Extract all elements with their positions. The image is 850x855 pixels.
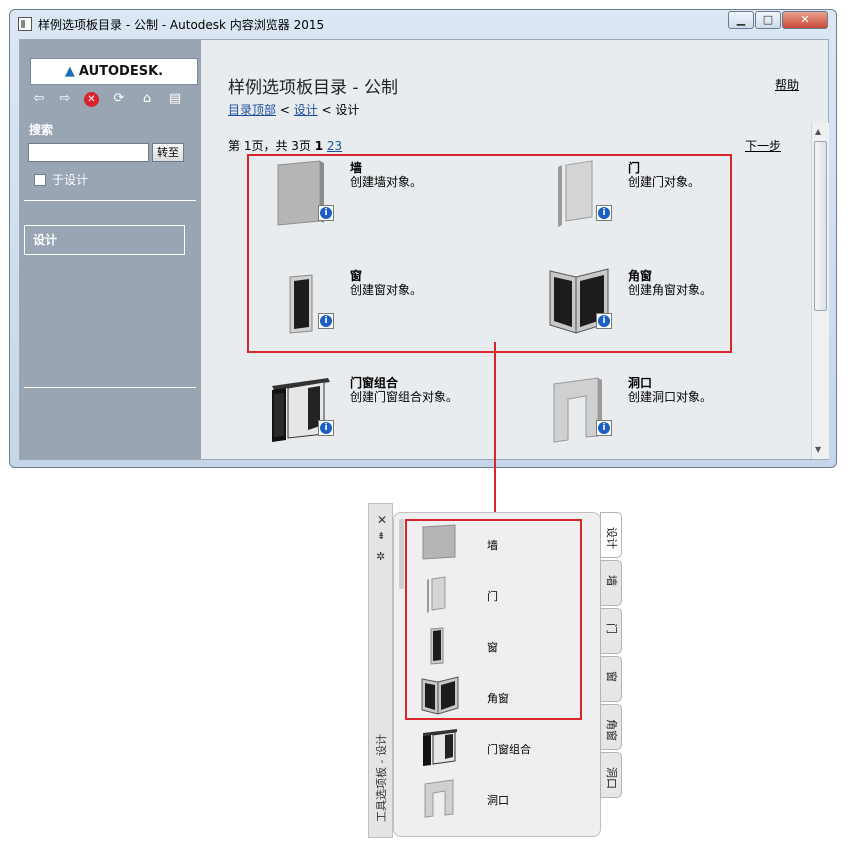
breadcrumb-design-link[interactable]: 设计: [294, 103, 318, 117]
palette-tab-corner-window[interactable]: 角窗: [600, 704, 622, 750]
sidebar: ▲ AUTODESK. ⇦ ⇨ ✕ ⟳ ⌂ ▤ 搜索 转至 于设计 设计: [20, 40, 201, 459]
vertical-scrollbar[interactable]: ▲ ▼: [811, 123, 829, 459]
page-3-link[interactable]: 3: [335, 139, 343, 153]
breadcrumb-current: 设计: [335, 103, 360, 117]
print-icon[interactable]: ▤: [166, 90, 184, 108]
close-button[interactable]: ✕: [782, 11, 828, 29]
palette-tab-door[interactable]: 门: [600, 608, 622, 654]
tab-label: 窗: [605, 671, 618, 682]
sidebar-divider: [24, 387, 196, 388]
pager: 第 1页，共 3页 1 23: [228, 137, 342, 154]
refresh-icon[interactable]: ⟳: [110, 90, 128, 108]
connector-line: [494, 342, 496, 519]
catalog-tile-opening[interactable]: i 洞口 创建洞口对象。: [546, 374, 796, 464]
scroll-thumb[interactable]: [814, 141, 827, 311]
nav-toolbar: ⇦ ⇨ ✕ ⟳ ⌂ ▤: [30, 90, 198, 112]
breadcrumb-root-link[interactable]: 目录顶部: [228, 103, 276, 117]
app-icon: [18, 17, 32, 31]
palette-close-icon[interactable]: ✕: [377, 513, 387, 527]
page-title: 样例选项板目录 - 公制: [228, 78, 398, 98]
opening-tool-icon: [424, 779, 454, 818]
palette-tab-wall[interactable]: 墙: [600, 560, 622, 606]
content-browser-window: 样例选项板目录 - 公制 - Autodesk 内容浏览器 2015 ▁ □ ✕…: [9, 9, 837, 468]
sidebar-divider: [24, 200, 196, 201]
search-scope-label: 于设计: [52, 173, 89, 187]
title-bar[interactable]: 样例选项板目录 - 公制 - Autodesk 内容浏览器 2015 ▁ □ ✕: [10, 10, 836, 38]
browser-client-area: ▲ AUTODESK. ⇦ ⇨ ✕ ⟳ ⌂ ▤ 搜索 转至 于设计 设计 样例选项…: [19, 39, 829, 460]
page-1-current: 1: [314, 139, 324, 153]
sidebar-item-design[interactable]: 设计: [24, 225, 185, 255]
search-scope-checkbox[interactable]: [34, 174, 46, 186]
next-page-link[interactable]: 下一步: [745, 137, 781, 154]
palette-highlight-box: [405, 519, 582, 720]
highlight-box: [247, 154, 732, 353]
help-link[interactable]: 帮助: [775, 76, 799, 93]
autodesk-logo-icon: ▲: [64, 64, 75, 79]
search-label: 搜索: [29, 123, 54, 137]
tab-label: 门: [605, 623, 618, 634]
search-go-button[interactable]: 转至: [152, 143, 184, 162]
tool-label: 门窗组合: [487, 743, 531, 756]
info-icon[interactable]: i: [596, 420, 612, 436]
logo-text: AUTODESK.: [78, 64, 164, 79]
tile-description: 创建洞口对象。: [628, 390, 713, 404]
palette-title-strip[interactable]: ✕ ⇟ ✲ 工具选项板 - 设计: [368, 503, 393, 838]
breadcrumb-separator: <: [276, 103, 294, 117]
back-arrow-icon[interactable]: ⇦: [30, 90, 48, 108]
palette-tab-opening[interactable]: 洞口: [600, 752, 622, 798]
palette-tab-design[interactable]: 设计: [600, 512, 622, 558]
door-window-assembly-tool-icon: [423, 729, 457, 766]
stop-icon[interactable]: ✕: [84, 92, 99, 107]
page-2-link[interactable]: 2: [327, 139, 335, 153]
palette-scrollbar[interactable]: [399, 519, 404, 589]
tab-label: 墙: [605, 575, 618, 586]
minimize-button[interactable]: ▁: [728, 11, 754, 29]
pager-text: 第 1页，共 3页: [228, 139, 315, 153]
autodesk-logo: ▲ AUTODESK.: [30, 58, 198, 85]
home-icon[interactable]: ⌂: [138, 90, 156, 108]
palette-title: 工具选项板 - 设计: [375, 734, 388, 822]
tool-label: 洞口: [487, 794, 509, 807]
scroll-up-icon[interactable]: ▲: [815, 127, 821, 136]
palette-tool-door-window-assembly[interactable]: 门窗组合: [421, 727, 581, 769]
tab-label: 设计: [605, 527, 618, 549]
palette-properties-icon[interactable]: ✲: [376, 550, 385, 563]
maximize-button[interactable]: □: [755, 11, 781, 29]
tab-label: 洞口: [605, 767, 618, 789]
breadcrumb-separator: <: [317, 103, 336, 117]
catalog-tile-door-window-assembly[interactable]: i 门窗组合 创建门窗组合对象。: [268, 374, 518, 464]
breadcrumb: 目录顶部 < 设计 < 设计: [228, 101, 359, 118]
palette-tool-opening[interactable]: 洞口: [421, 778, 581, 820]
tile-description: 创建门窗组合对象。: [350, 390, 459, 404]
scroll-down-icon[interactable]: ▼: [815, 445, 821, 454]
info-icon[interactable]: i: [318, 420, 334, 436]
palette-autohide-icon[interactable]: ⇟: [377, 531, 385, 542]
tab-label: 角窗: [605, 719, 618, 741]
window-title: 样例选项板目录 - 公制 - Autodesk 内容浏览器 2015: [38, 18, 325, 32]
palette-tab-window[interactable]: 窗: [600, 656, 622, 702]
forward-arrow-icon[interactable]: ⇨: [56, 90, 74, 108]
search-input[interactable]: [28, 143, 149, 162]
